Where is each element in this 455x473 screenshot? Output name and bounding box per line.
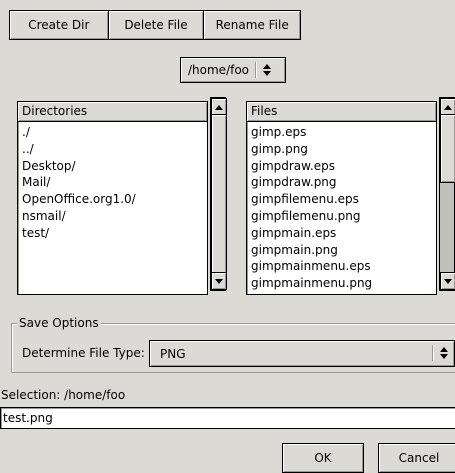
file-type-label: Determine File Type: (22, 346, 145, 360)
cancel-button[interactable]: Cancel (378, 443, 455, 473)
file-type-value: PNG (160, 346, 186, 361)
arrow-down-icon (444, 278, 452, 284)
directories-scrollbar[interactable] (210, 97, 227, 291)
file-type-combo[interactable]: PNG (149, 340, 455, 367)
file-toolbar: Create Dir Delete File Rename File (9, 10, 301, 40)
list-item[interactable]: gimpmainmenu.png (251, 275, 436, 292)
files-list[interactable]: Files gimp.eps gimp.png gimpdraw.eps gimpdr… (246, 101, 437, 295)
up-down-arrows-icon (440, 347, 448, 359)
scroll-down-button[interactable] (440, 272, 455, 290)
directories-items: ./../Desktop/Mail/OpenOffice.org1.0/nsma… (18, 122, 207, 242)
directories-header[interactable]: Directories (18, 102, 207, 122)
create-dir-button[interactable]: Create Dir (9, 10, 108, 40)
scroll-thumb[interactable] (440, 114, 455, 183)
combo-separator (255, 62, 258, 78)
directories-list[interactable]: Directories ./../Desktop/Mail/OpenOffice… (17, 101, 208, 295)
path-combo[interactable]: /home/foo (180, 57, 286, 83)
list-item[interactable]: Desktop/ (22, 158, 207, 175)
delete-file-button[interactable]: Delete File (107, 10, 204, 40)
list-item[interactable]: gimpfilemenu.eps (251, 191, 436, 208)
arrow-up-icon (215, 104, 223, 110)
arrow-down-icon (215, 278, 223, 284)
list-item[interactable]: test/ (22, 225, 207, 242)
ok-button[interactable]: OK (282, 443, 364, 473)
list-item[interactable]: gimpdraw.png (251, 174, 436, 191)
list-item[interactable]: nsmail/ (22, 208, 207, 225)
list-item[interactable]: ./ (22, 124, 207, 141)
scroll-thumb[interactable] (211, 114, 227, 274)
files-scrollbar[interactable] (439, 97, 455, 291)
save-options-title: Save Options (17, 316, 101, 330)
selection-label: Selection: /home/foo (1, 388, 126, 402)
list-item[interactable]: gimp.png (251, 141, 436, 158)
list-item[interactable]: gimpdraw.eps (251, 158, 436, 175)
files-header[interactable]: Files (247, 102, 436, 122)
arrow-up-icon (444, 104, 452, 110)
list-item[interactable]: gimpmain.png (251, 242, 436, 259)
combo-separator (432, 345, 434, 361)
list-item[interactable]: gimpfilemenu.png (251, 208, 436, 225)
list-item[interactable]: Mail/ (22, 174, 207, 191)
files-items: gimp.eps gimp.png gimpdraw.eps gimpdraw.png… (247, 122, 436, 292)
list-item[interactable]: gimpmain.eps (251, 225, 436, 242)
list-item[interactable]: gimp.eps (251, 124, 436, 141)
selection-input[interactable] (0, 407, 455, 429)
list-item[interactable]: OpenOffice.org1.0/ (22, 191, 207, 208)
list-item[interactable]: gimpmainmenu.eps (251, 258, 436, 275)
path-combo-value: /home/foo (188, 63, 250, 77)
list-item[interactable]: ../ (22, 141, 207, 158)
rename-file-button[interactable]: Rename File (203, 10, 301, 40)
up-down-arrows-icon (263, 64, 272, 76)
scroll-down-button[interactable] (211, 272, 227, 290)
